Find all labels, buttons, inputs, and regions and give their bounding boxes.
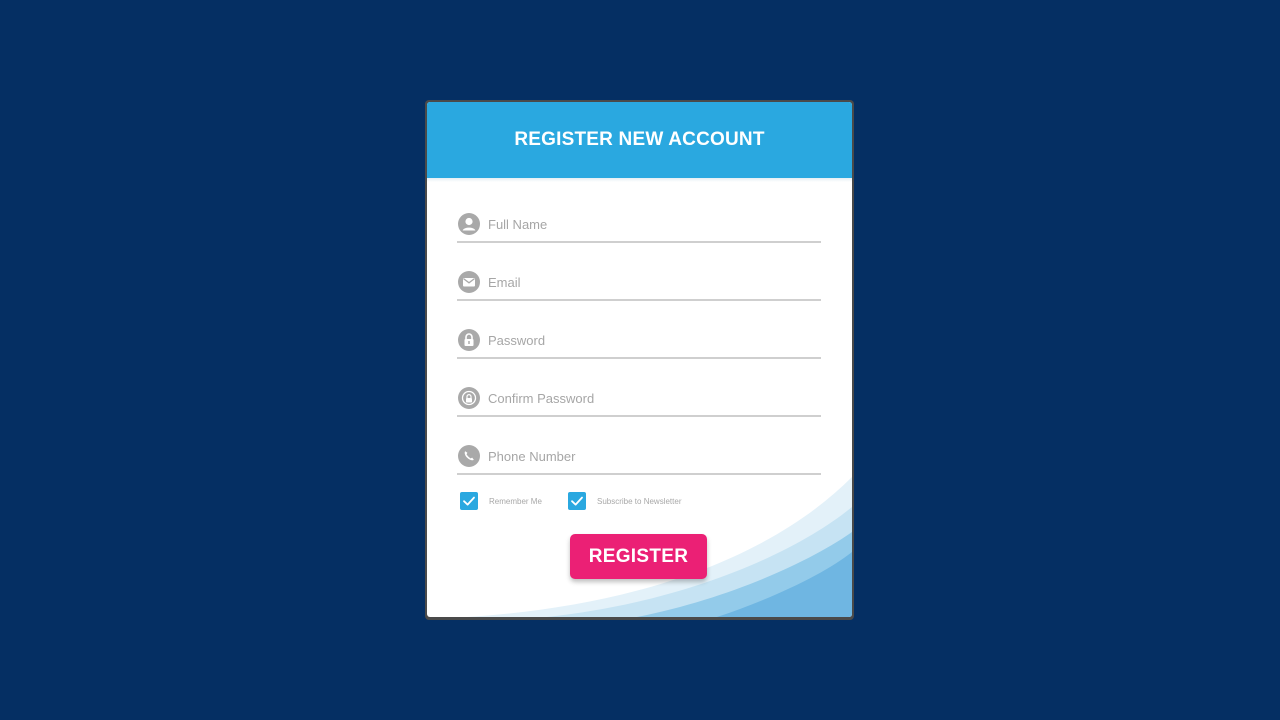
email-input[interactable] <box>488 272 808 292</box>
remember-me-checkbox[interactable] <box>460 492 478 510</box>
full-name-input[interactable] <box>488 214 808 234</box>
confirm-password-input[interactable] <box>488 388 808 408</box>
subscribe-newsletter-label: Subscribe to Newsletter <box>597 496 682 506</box>
phone-icon <box>458 445 480 467</box>
remember-me-label: Remember Me <box>489 496 542 506</box>
lock-check-icon <box>458 387 480 409</box>
confirm-password-field <box>457 381 821 417</box>
lock-icon <box>458 329 480 351</box>
register-button[interactable]: REGISTER <box>570 534 707 579</box>
full-name-field <box>457 207 821 243</box>
envelope-icon <box>458 271 480 293</box>
email-field <box>457 265 821 301</box>
user-icon <box>458 213 480 235</box>
phone-number-field <box>457 439 821 475</box>
register-card: REGISTER NEW ACCOUNT Full Name Email Pho… <box>427 102 852 617</box>
subscribe-newsletter-checkbox[interactable] <box>568 492 586 510</box>
checkmark-icon <box>571 496 583 506</box>
phone-number-input[interactable] <box>488 446 808 466</box>
card-header: REGISTER NEW ACCOUNT <box>427 102 852 178</box>
password-field <box>457 323 821 359</box>
subscribe-newsletter-option[interactable]: Subscribe to Newsletter <box>568 492 681 510</box>
checkmark-icon <box>463 496 475 506</box>
form-title: REGISTER NEW ACCOUNT <box>514 129 765 150</box>
remember-me-option[interactable]: Remember Me <box>460 492 542 510</box>
password-input[interactable] <box>488 330 808 350</box>
page-background: REGISTER NEW ACCOUNT Full Name Email Pho… <box>0 0 1280 720</box>
header-shadow <box>427 178 852 182</box>
